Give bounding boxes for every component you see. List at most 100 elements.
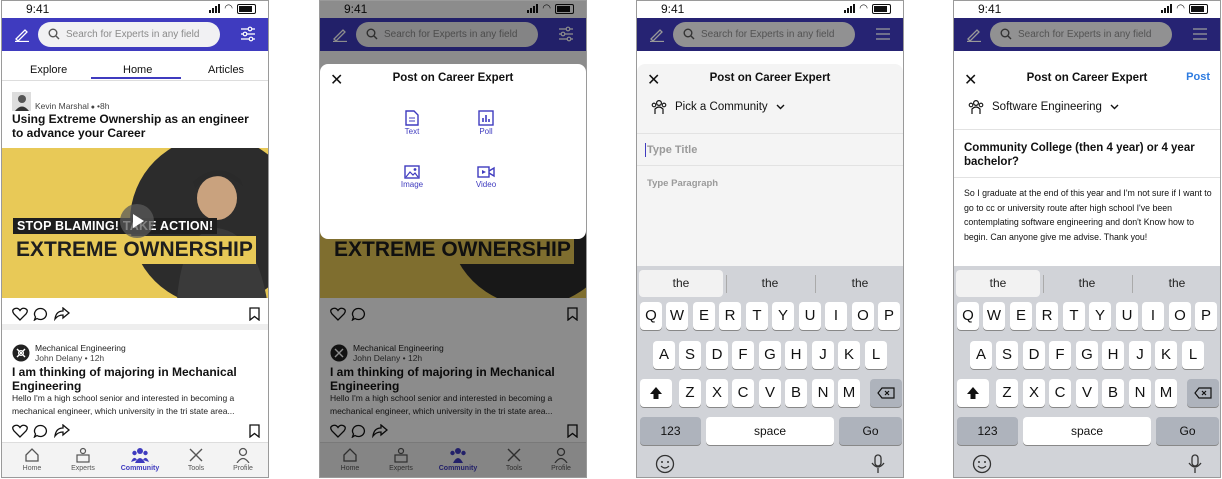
key-e[interactable]: E — [693, 302, 715, 330]
key-z[interactable]: Z — [679, 379, 701, 407]
tab-home[interactable]: Home — [123, 64, 152, 76]
numbers-key[interactable]: 123 — [957, 417, 1018, 445]
post-body[interactable]: Hello I'm a high school senior and inter… — [12, 392, 252, 418]
filter-sliders-icon[interactable] — [240, 26, 256, 42]
key-b[interactable]: B — [1102, 379, 1124, 407]
title-input[interactable]: Type Title — [647, 144, 697, 156]
key-y[interactable]: Y — [1089, 302, 1111, 330]
key-l[interactable]: L — [1182, 341, 1204, 369]
go-key[interactable]: Go — [1156, 417, 1219, 445]
key-o[interactable]: O — [852, 302, 874, 330]
emoji-icon[interactable] — [972, 454, 992, 474]
key-n[interactable]: N — [812, 379, 834, 407]
key-p[interactable]: P — [1195, 302, 1217, 330]
key-a[interactable]: A — [970, 341, 992, 369]
suggestion-1[interactable]: the — [639, 270, 723, 297]
key-p[interactable]: P — [878, 302, 900, 330]
nav-home[interactable]: Home — [8, 447, 56, 472]
option-image[interactable]: Image — [387, 165, 437, 189]
key-y[interactable]: Y — [772, 302, 794, 330]
option-poll[interactable]: Poll — [461, 110, 511, 136]
heart-icon[interactable] — [12, 424, 28, 438]
play-button[interactable] — [120, 204, 154, 238]
key-r[interactable]: R — [1036, 302, 1058, 330]
key-m[interactable]: M — [1155, 379, 1177, 407]
key-f[interactable]: F — [732, 341, 754, 369]
key-l[interactable]: L — [865, 341, 887, 369]
bookmark-icon[interactable] — [249, 307, 260, 321]
key-d[interactable]: D — [706, 341, 728, 369]
key-k[interactable]: K — [838, 341, 860, 369]
key-h[interactable]: H — [785, 341, 807, 369]
emoji-icon[interactable] — [655, 454, 675, 474]
go-key[interactable]: Go — [839, 417, 902, 445]
key-e[interactable]: E — [1010, 302, 1032, 330]
backspace-key[interactable] — [870, 379, 902, 407]
community-gear-icon[interactable] — [12, 344, 30, 362]
key-u[interactable]: U — [799, 302, 821, 330]
key-r[interactable]: R — [719, 302, 741, 330]
key-w[interactable]: W — [983, 302, 1005, 330]
search-input[interactable] — [66, 26, 214, 43]
key-b[interactable]: B — [785, 379, 807, 407]
key-g[interactable]: G — [1076, 341, 1098, 369]
key-t[interactable]: T — [1063, 302, 1085, 330]
key-z[interactable]: Z — [996, 379, 1018, 407]
key-u[interactable]: U — [1116, 302, 1138, 330]
bookmark-icon[interactable] — [249, 424, 260, 438]
key-d[interactable]: D — [1023, 341, 1045, 369]
key-v[interactable]: V — [759, 379, 781, 407]
avatar[interactable] — [12, 92, 31, 111]
key-c[interactable]: C — [732, 379, 754, 407]
key-x[interactable]: X — [1023, 379, 1045, 407]
key-n[interactable]: N — [1129, 379, 1151, 407]
key-x[interactable]: X — [706, 379, 728, 407]
microphone-icon[interactable] — [871, 454, 885, 474]
post-title[interactable]: I am thinking of majoring in Mechanical … — [12, 365, 262, 393]
key-v[interactable]: V — [1076, 379, 1098, 407]
key-o[interactable]: O — [1169, 302, 1191, 330]
nav-experts[interactable]: Experts — [59, 447, 107, 472]
key-k[interactable]: K — [1155, 341, 1177, 369]
share-icon[interactable] — [54, 307, 70, 321]
suggestion-3[interactable]: the — [1135, 270, 1219, 297]
space-key[interactable]: space — [1023, 417, 1151, 445]
nav-profile[interactable]: Profile — [219, 447, 267, 472]
key-i[interactable]: I — [1142, 302, 1164, 330]
key-a[interactable]: A — [653, 341, 675, 369]
post-community[interactable]: Mechanical Engineering — [35, 343, 126, 353]
key-g[interactable]: G — [759, 341, 781, 369]
share-icon[interactable] — [54, 424, 70, 438]
paragraph-input[interactable]: So I graduate at the end of this year an… — [964, 186, 1216, 244]
key-j[interactable]: J — [812, 341, 834, 369]
key-h[interactable]: H — [1102, 341, 1124, 369]
microphone-icon[interactable] — [1188, 454, 1202, 474]
key-s[interactable]: S — [996, 341, 1018, 369]
key-s[interactable]: S — [679, 341, 701, 369]
nav-tools[interactable]: Tools — [172, 447, 220, 472]
suggestion-2[interactable]: the — [728, 270, 812, 297]
nav-community[interactable]: Community — [116, 447, 164, 472]
post-author[interactable]: Kevin Marshal — [35, 101, 89, 111]
community-picker[interactable]: Software Engineering — [968, 100, 1119, 114]
community-picker[interactable]: Pick a Community — [651, 100, 785, 114]
suggestion-3[interactable]: the — [818, 270, 902, 297]
key-t[interactable]: T — [746, 302, 768, 330]
shift-key[interactable] — [957, 379, 989, 407]
paragraph-input[interactable]: Type Paragraph — [647, 178, 718, 189]
shift-key[interactable] — [640, 379, 672, 407]
post-title[interactable]: Using Extreme Ownership as an engineer t… — [12, 112, 262, 140]
tab-articles[interactable]: Articles — [208, 64, 244, 76]
backspace-key[interactable] — [1187, 379, 1219, 407]
post-button[interactable]: Post — [1186, 71, 1210, 83]
key-q[interactable]: Q — [640, 302, 662, 330]
key-i[interactable]: I — [825, 302, 847, 330]
comment-icon[interactable] — [33, 424, 49, 438]
option-text[interactable]: Text — [387, 110, 437, 136]
option-video[interactable]: Video — [461, 165, 511, 189]
post-video-thumbnail[interactable]: STOP BLAMING! TAKE ACTION! EXTREME OWNER… — [2, 148, 268, 298]
suggestion-2[interactable]: the — [1045, 270, 1129, 297]
tab-explore[interactable]: Explore — [30, 64, 67, 76]
compose-pen-icon[interactable] — [14, 26, 30, 42]
post-author[interactable]: John Delany — [35, 353, 82, 363]
